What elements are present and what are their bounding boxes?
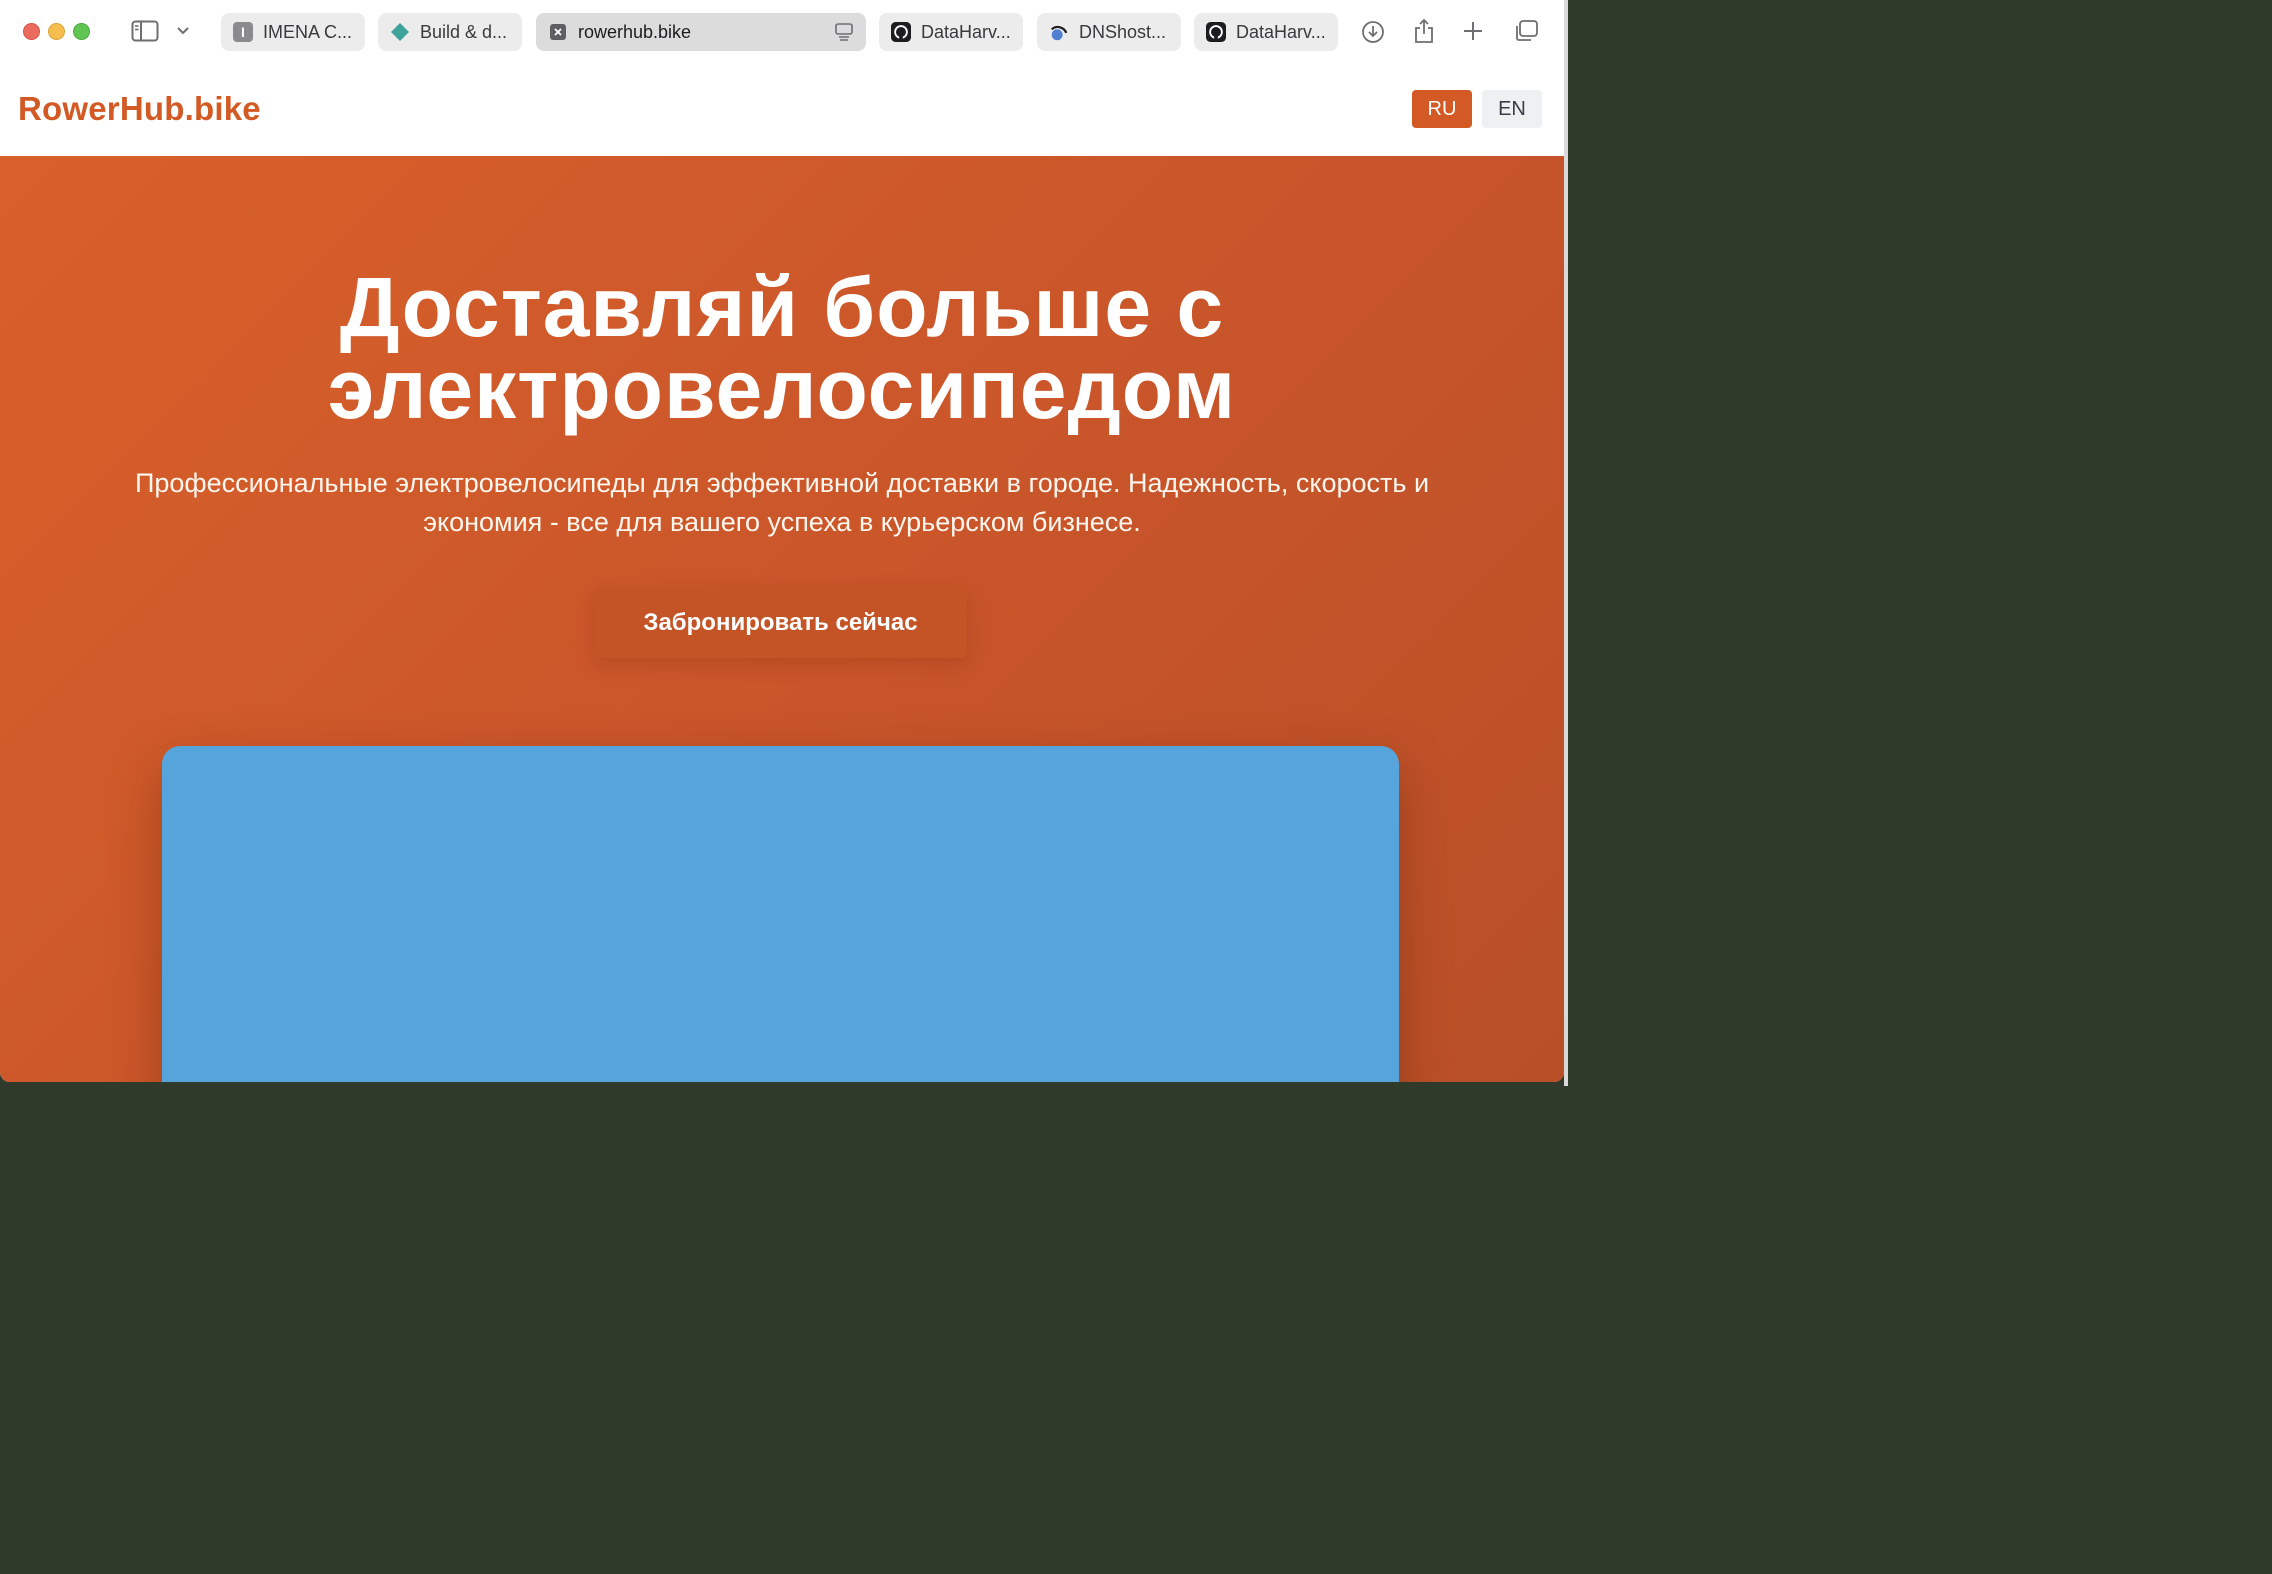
imena-favicon-icon: I bbox=[233, 22, 253, 42]
github-favicon-icon bbox=[891, 22, 911, 42]
minimize-window-button[interactable] bbox=[48, 23, 65, 40]
site-logo[interactable]: RowerHub.bike bbox=[18, 90, 261, 128]
tab-label: rowerhub.bike bbox=[578, 21, 692, 42]
github-favicon-icon bbox=[1206, 22, 1226, 42]
site-header: RowerHub.bike RU EN bbox=[0, 62, 1564, 156]
tab-dataharv-1[interactable]: DataHarv... bbox=[879, 13, 1023, 51]
tab-overview-icon[interactable] bbox=[1512, 18, 1540, 44]
tab-build[interactable]: Build & d... bbox=[378, 13, 522, 51]
hero-subtitle-line-2: экономия - все для вашего успеха в курье… bbox=[423, 507, 1141, 537]
window-edge bbox=[1564, 0, 1568, 1086]
tab-label: DataHarv... bbox=[921, 21, 1011, 42]
browser-window: I IMENA C... Build & d... rowerhub.bike … bbox=[0, 0, 1564, 1082]
reader-mode-icon[interactable] bbox=[834, 22, 854, 42]
hero-title-line-1: Доставляй больше с bbox=[339, 260, 1225, 354]
hero-subtitle: Профессиональные электровелосипеды для э… bbox=[60, 464, 1504, 542]
hero-subtitle-line-1: Профессиональные электровелосипеды для э… bbox=[134, 468, 1430, 498]
hero-media-placeholder bbox=[162, 746, 1399, 1082]
downloads-icon[interactable] bbox=[1360, 19, 1386, 45]
tab-label: DataHarv... bbox=[1236, 21, 1326, 42]
dnshost-favicon-icon bbox=[1049, 22, 1069, 42]
tab-dnshost[interactable]: DNShost... bbox=[1037, 13, 1181, 51]
language-switcher: RU EN bbox=[1412, 90, 1542, 128]
new-tab-icon[interactable] bbox=[1461, 19, 1485, 43]
diamond-favicon-icon bbox=[390, 22, 410, 42]
chevron-down-icon[interactable] bbox=[174, 23, 192, 39]
lang-en-button[interactable]: EN bbox=[1482, 90, 1542, 128]
hero-title-line-2: электровелосипедом bbox=[327, 342, 1237, 436]
book-now-button[interactable]: Забронировать сейчас bbox=[594, 587, 967, 658]
hero-title: Доставляй больше с электровелосипедом bbox=[0, 260, 1564, 436]
hero-section: Доставляй больше с электровелосипедом Пр… bbox=[0, 156, 1564, 1082]
tab-label: DNShost... bbox=[1079, 21, 1167, 42]
tab-label: IMENA C... bbox=[263, 21, 353, 42]
browser-toolbar: I IMENA C... Build & d... rowerhub.bike … bbox=[0, 0, 1564, 62]
tab-label: Build & d... bbox=[420, 21, 508, 42]
sidebar-toggle-icon[interactable] bbox=[130, 19, 160, 43]
tab-dataharv-2[interactable]: DataHarv... bbox=[1194, 13, 1338, 51]
close-window-button[interactable] bbox=[23, 23, 40, 40]
share-icon[interactable] bbox=[1411, 17, 1437, 45]
tab-imena[interactable]: I IMENA C... bbox=[221, 13, 365, 51]
tab-rowerhub[interactable]: rowerhub.bike bbox=[536, 13, 866, 51]
lang-ru-button[interactable]: RU bbox=[1412, 90, 1472, 128]
window-controls bbox=[23, 23, 90, 40]
close-tab-icon[interactable] bbox=[548, 22, 568, 42]
zoom-window-button[interactable] bbox=[73, 23, 90, 40]
